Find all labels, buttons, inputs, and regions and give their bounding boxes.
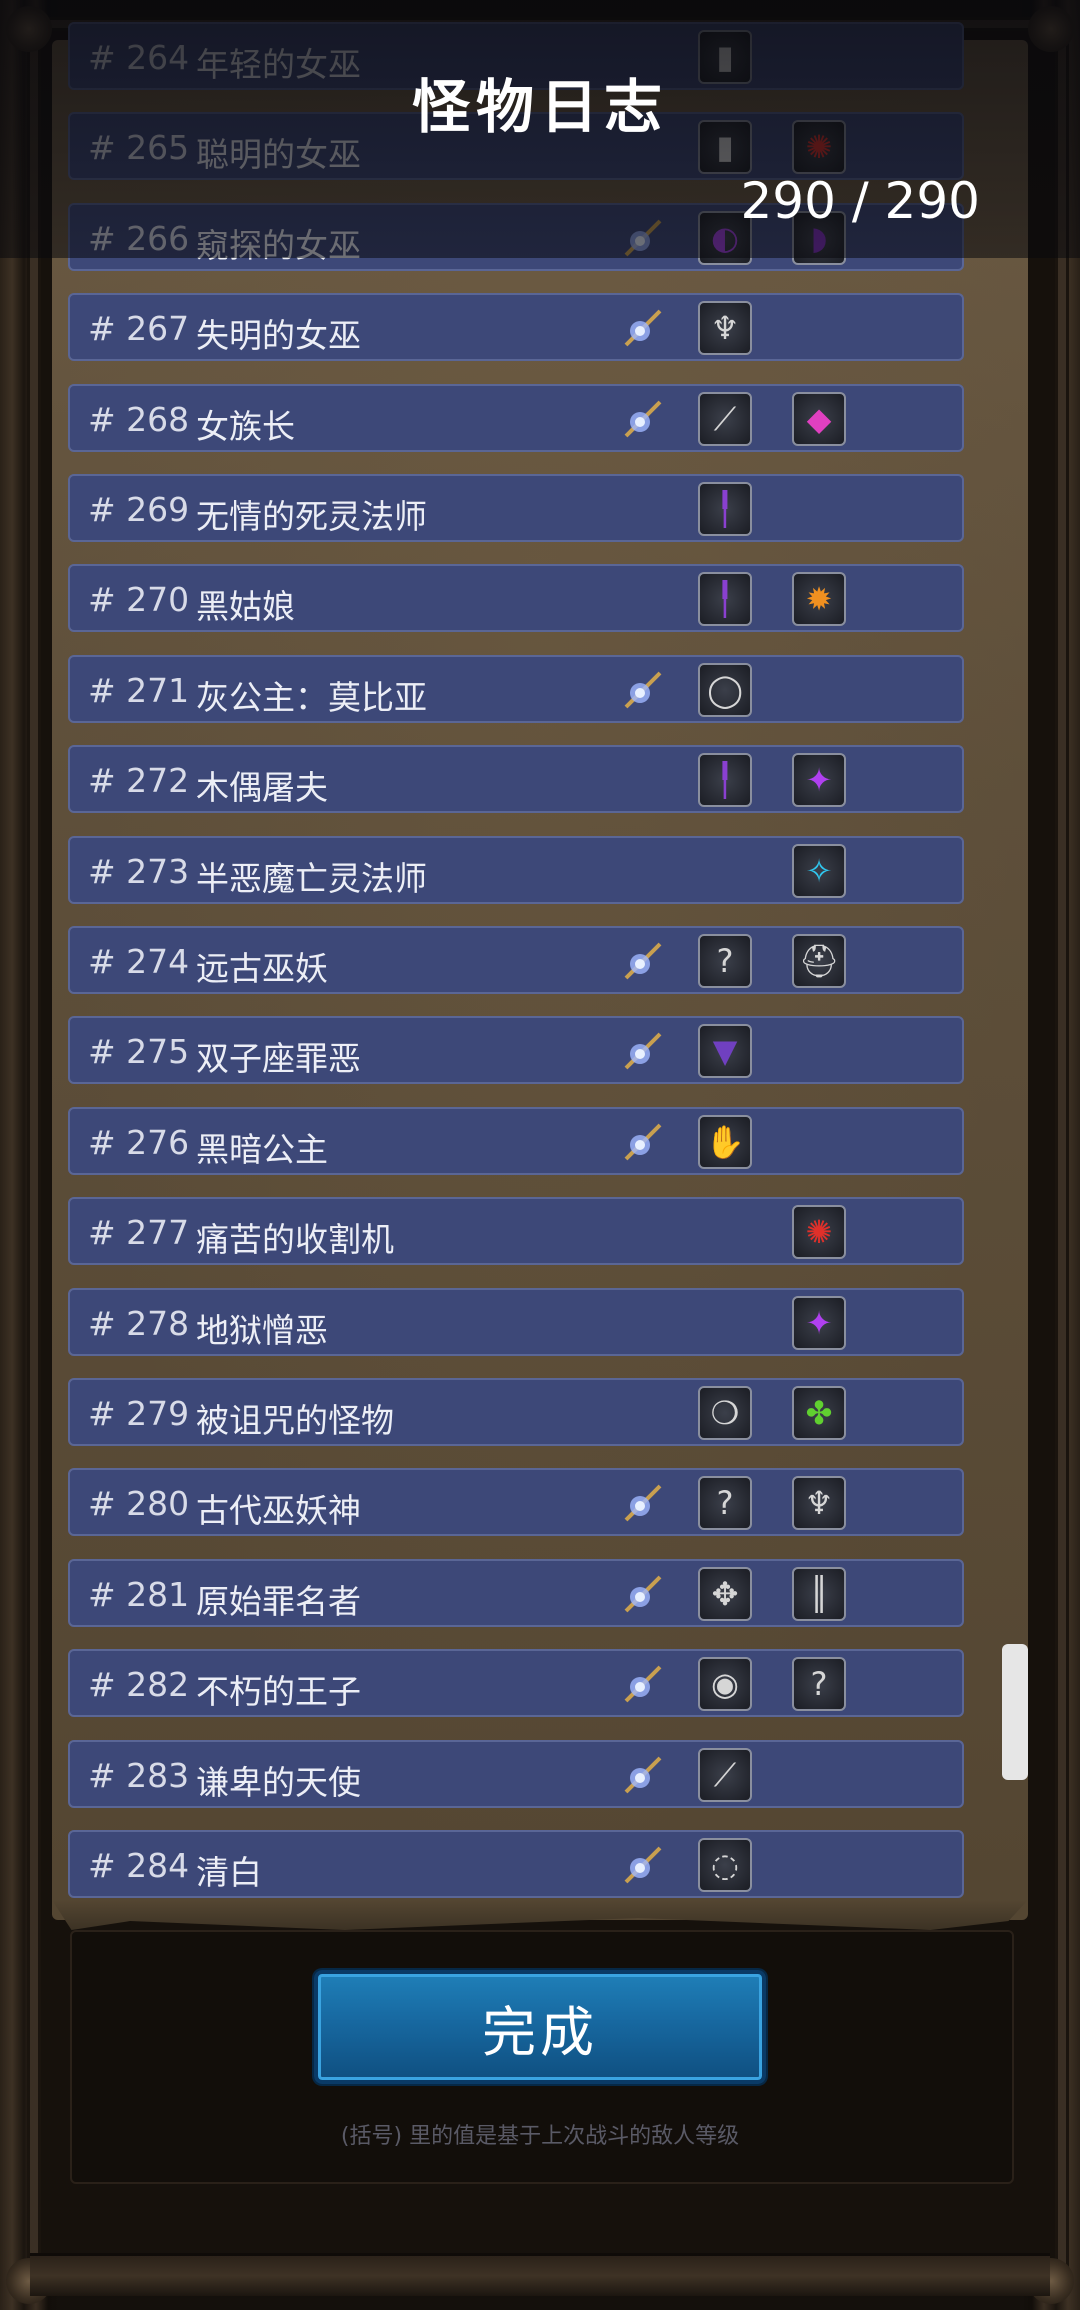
list-item[interactable]: # 283 谦卑的天使 ⟋ — [68, 1739, 964, 1808]
header: 怪物日志 290 / 290 — [0, 0, 1080, 258]
monster-name: 清白 — [196, 1853, 262, 1892]
purple-glove-icon[interactable]: ✋ — [698, 1114, 752, 1169]
shield-icon[interactable]: ◉ — [698, 1657, 752, 1712]
claw-icon[interactable]: ♆ — [698, 301, 752, 356]
wand-icon — [624, 1846, 662, 1884]
footer-note: (括号) 里的值是基于上次战斗的敌人等级 — [340, 2124, 740, 2149]
monster-number: # 277 — [88, 1213, 190, 1253]
wand-icon — [624, 1756, 662, 1794]
monster-number: # 269 — [88, 490, 190, 529]
monster-name: 失明的女巫 — [196, 316, 361, 356]
orange-rune-icon[interactable]: ✹ — [792, 572, 846, 627]
purple-rune-icon[interactable]: ✦ — [792, 753, 846, 808]
monster-number: # 272 — [88, 761, 190, 801]
necklace-icon[interactable]: ◌ — [698, 1838, 752, 1892]
monster-name: 半恶魔亡灵法师 — [196, 858, 427, 898]
monster-number: # 278 — [88, 1303, 190, 1343]
monster-name: 痛苦的收割机 — [196, 1220, 394, 1260]
monster-number: # 279 — [88, 1394, 190, 1433]
monster-number: # 268 — [88, 399, 190, 439]
amulet-icon[interactable]: ❍ — [698, 1386, 752, 1440]
wand-icon — [624, 1575, 662, 1613]
monster-name: 木偶屠夫 — [196, 768, 328, 808]
monster-number: # 284 — [88, 1846, 190, 1885]
monster-name: 远古巫妖 — [196, 949, 328, 988]
monster-number: # 280 — [88, 1484, 190, 1524]
purple-staff-icon[interactable]: ╿ — [698, 482, 752, 536]
list-item[interactable]: # 268 女族长 ⟋ ◆ — [68, 383, 964, 452]
helmet-icon[interactable]: ⛑ — [792, 934, 846, 988]
monster-number: # 270 — [88, 580, 190, 620]
pink-rune-icon[interactable]: ◆ — [792, 391, 846, 446]
greaves-icon[interactable]: ║ — [792, 1566, 846, 1621]
cloak-icon[interactable]: ▼ — [698, 1024, 752, 1079]
monster-number: # 283 — [88, 1755, 190, 1795]
wand-icon — [624, 1123, 662, 1161]
monster-number: # 274 — [88, 942, 190, 981]
cyan-rune-icon[interactable]: ✧ — [792, 843, 846, 898]
list-item[interactable]: # 273 半恶魔亡灵法师 ✧ — [68, 835, 964, 904]
unknown-item-icon[interactable]: ? — [792, 1657, 846, 1712]
list-item[interactable]: # 272 木偶屠夫 ╿ ✦ — [68, 745, 964, 814]
wand-icon — [624, 309, 662, 347]
list-item[interactable]: # 277 痛苦的收割机 ✺ — [68, 1197, 964, 1266]
purple-staff-icon[interactable]: ╿ — [698, 572, 752, 627]
wand-icon — [624, 400, 662, 438]
list-item[interactable]: # 267 失明的女巫 ♆ — [68, 293, 964, 362]
list-item[interactable]: # 284 清白 ◌ — [68, 1830, 964, 1898]
purple-rune-icon[interactable]: ✦ — [792, 1295, 846, 1350]
list-item[interactable]: # 282 不朽的王子 ◉? — [68, 1649, 964, 1718]
wand-icon — [624, 1484, 662, 1522]
monster-number: # 267 — [88, 309, 190, 349]
monster-number: # 271 — [88, 670, 190, 710]
monster-name: 原始罪名者 — [196, 1581, 361, 1621]
done-button[interactable]: 完成 — [314, 1970, 766, 2084]
monster-name: 灰公主：莫比亚 — [196, 677, 427, 717]
monster-name: 不朽的王子 — [196, 1672, 361, 1712]
monster-name: 谦卑的天使 — [196, 1762, 361, 1802]
monster-number: # 282 — [88, 1665, 190, 1705]
unknown-item-icon[interactable]: ? — [698, 934, 752, 988]
monster-name: 黑姑娘 — [196, 587, 295, 627]
ring-icon[interactable]: ◯ — [698, 662, 752, 717]
red-rune-icon[interactable]: ✺ — [792, 1205, 846, 1260]
monster-name: 地狱憎恶 — [196, 1310, 328, 1350]
list-item[interactable]: # 278 地狱憎恶 ✦ — [68, 1287, 964, 1356]
list-item[interactable]: # 270 黑姑娘 ╿ ✹ — [68, 564, 964, 633]
monster-name: 双子座罪恶 — [196, 1039, 361, 1079]
monster-name: 黑暗公主 — [196, 1129, 328, 1169]
list-item[interactable]: # 274 远古巫妖? ⛑ — [68, 926, 964, 994]
wand-icon — [624, 942, 662, 980]
list-item[interactable]: # 279 被诅咒的怪物 ❍ ✤ — [68, 1378, 964, 1446]
wand-icon — [624, 671, 662, 709]
wand-icon — [624, 1032, 662, 1070]
green-rune-icon[interactable]: ✤ — [792, 1386, 846, 1440]
wand-icon — [624, 1665, 662, 1703]
list-item[interactable]: # 281 原始罪名者 ✥ ║ — [68, 1558, 964, 1627]
list-item[interactable]: # 271 灰公主：莫比亚 ◯ — [68, 654, 964, 723]
claw-icon[interactable]: ♆ — [792, 1476, 846, 1531]
monster-name: 古代巫妖神 — [196, 1491, 361, 1531]
list-item[interactable]: # 275 双子座罪恶 ▼ — [68, 1016, 964, 1085]
list-item[interactable]: # 269 无情的死灵法师 ╿ — [68, 474, 964, 542]
monster-name: 被诅咒的怪物 — [196, 1401, 394, 1440]
purple-staff-icon[interactable]: ╿ — [698, 753, 752, 808]
monster-number: # 276 — [88, 1122, 190, 1162]
monster-number: # 273 — [88, 851, 190, 891]
unknown-item-icon[interactable]: ? — [698, 1476, 752, 1531]
monster-name: 女族长 — [196, 406, 295, 446]
blade-icon[interactable]: ⟋ — [698, 391, 752, 446]
mace-icon[interactable]: ✥ — [698, 1566, 752, 1621]
monster-name: 无情的死灵法师 — [196, 497, 427, 536]
scrollbar-thumb[interactable] — [1002, 1644, 1028, 1780]
frame-bottom — [30, 2253, 1050, 2296]
page-title: 怪物日志 — [411, 73, 668, 141]
scepter-icon[interactable]: ⟋ — [698, 1747, 752, 1802]
monster-number: # 275 — [88, 1032, 190, 1072]
list-item[interactable]: # 280 古代巫妖神? ♆ — [68, 1468, 964, 1537]
entry-count: 290 / 290 — [740, 172, 980, 230]
monster-number: # 281 — [88, 1574, 190, 1614]
list-item[interactable]: # 276 黑暗公主 ✋ — [68, 1106, 964, 1175]
